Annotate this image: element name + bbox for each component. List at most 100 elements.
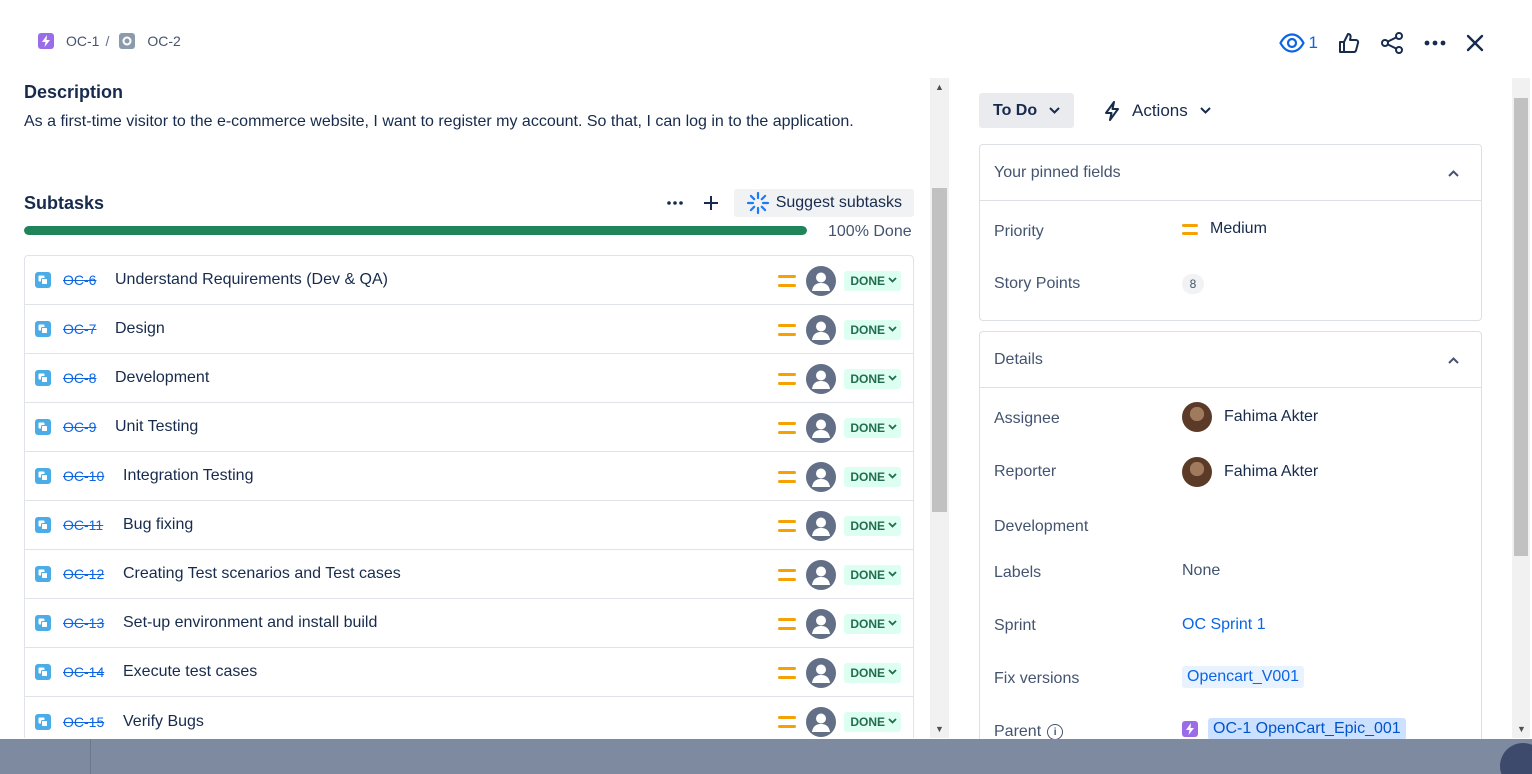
scroll-down-arrow[interactable]: ▼	[935, 724, 944, 734]
unassigned-avatar-icon[interactable]	[806, 265, 837, 296]
subtask-row[interactable]: OC-7 Design DONE	[25, 305, 913, 354]
subtask-summary[interactable]: Integration Testing	[123, 467, 253, 485]
subtask-summary[interactable]: Verify Bugs	[123, 713, 204, 731]
subtask-key[interactable]: OC-14	[63, 664, 111, 680]
status-badge[interactable]: DONE	[844, 270, 901, 291]
subtask-row[interactable]: OC-11 Bug fixing DONE	[25, 501, 913, 550]
subtasks-more-button[interactable]	[660, 189, 690, 217]
status-badge[interactable]: DONE	[844, 515, 901, 536]
status-badge[interactable]: DONE	[844, 417, 901, 438]
status-badge[interactable]: DONE	[844, 662, 901, 683]
description-text[interactable]: As a first-time visitor to the e-commerc…	[24, 113, 914, 131]
unassigned-avatar-icon[interactable]	[806, 461, 837, 492]
info-icon[interactable]: i	[1047, 724, 1064, 740]
sprint-value[interactable]: OC Sprint 1	[1182, 616, 1266, 634]
chevron-up-icon[interactable]	[1448, 353, 1459, 367]
priority-medium-icon[interactable]	[778, 568, 797, 581]
like-button[interactable]	[1338, 28, 1360, 58]
subtask-key[interactable]: OC-13	[63, 615, 111, 631]
scrollbar-thumb[interactable]	[1514, 98, 1528, 556]
subtask-key[interactable]: OC-8	[63, 370, 103, 386]
subtask-row[interactable]: OC-10 Integration Testing DONE	[25, 452, 913, 501]
close-button[interactable]	[1466, 28, 1484, 58]
unassigned-avatar-icon[interactable]	[806, 510, 837, 541]
priority-medium-icon[interactable]	[778, 421, 797, 434]
fix-version-tag[interactable]: Opencart_V001	[1182, 666, 1305, 688]
subtask-key[interactable]: OC-11	[63, 517, 111, 533]
subtask-key[interactable]: OC-15	[63, 714, 111, 730]
story-points-field[interactable]: 8	[1182, 274, 1204, 294]
scrollbar-thumb[interactable]	[932, 188, 947, 512]
priority-field[interactable]: Medium	[1182, 220, 1267, 238]
priority-medium-icon[interactable]	[778, 372, 797, 385]
unassigned-avatar-icon[interactable]	[806, 363, 837, 394]
subtask-row[interactable]: OC-9 Unit Testing DONE	[25, 403, 913, 452]
assignee-field[interactable]: Fahima Akter	[1182, 402, 1318, 432]
priority-medium-icon[interactable]	[778, 519, 797, 532]
priority-medium-icon[interactable]	[778, 470, 797, 483]
unassigned-avatar-icon[interactable]	[806, 608, 837, 639]
unassigned-avatar-icon[interactable]	[806, 314, 837, 345]
status-dropdown[interactable]: To Do	[979, 93, 1075, 128]
subtask-row[interactable]: OC-15 Verify Bugs DONE	[25, 697, 913, 738]
breadcrumb-parent-key[interactable]: OC-1	[66, 33, 99, 49]
sidebar-scrollbar[interactable]: ▼	[1512, 78, 1530, 738]
unassigned-avatar-icon[interactable]	[806, 559, 837, 590]
subtask-row[interactable]: OC-6 Understand Requirements (Dev & QA) DO…	[25, 256, 913, 305]
share-button[interactable]	[1380, 28, 1404, 58]
unassigned-avatar-icon[interactable]	[806, 657, 837, 688]
subtask-key[interactable]: OC-9	[63, 419, 103, 435]
subtask-key[interactable]: OC-6	[63, 272, 103, 288]
development-label[interactable]: Development	[994, 518, 1088, 536]
subtask-key[interactable]: OC-12	[63, 566, 111, 582]
scroll-up-arrow[interactable]: ▲	[935, 82, 944, 92]
main-panel-scrollbar[interactable]: ▲ ▼	[930, 78, 949, 738]
scroll-down-arrow[interactable]: ▼	[1517, 724, 1526, 734]
status-badge[interactable]: DONE	[844, 613, 901, 634]
status-badge[interactable]: DONE	[844, 564, 901, 585]
pinned-fields-header[interactable]: Your pinned fields	[980, 145, 1481, 201]
subtask-key[interactable]: OC-10	[63, 468, 111, 484]
fix-versions-field[interactable]: Opencart_V001	[1182, 666, 1305, 688]
status-badge[interactable]: DONE	[844, 711, 901, 732]
subtask-icon	[35, 321, 51, 337]
chevron-up-icon[interactable]	[1448, 166, 1459, 180]
priority-medium-icon[interactable]	[778, 617, 797, 630]
breadcrumb-current-key[interactable]: OC-2	[147, 33, 180, 49]
details-header[interactable]: Details	[980, 332, 1481, 388]
unassigned-avatar-icon[interactable]	[806, 706, 837, 737]
priority-medium-icon[interactable]	[778, 666, 797, 679]
parent-field[interactable]: OC-1 OpenCart_Epic_001	[1182, 718, 1406, 740]
chevron-down-icon	[888, 667, 897, 678]
subtask-summary[interactable]: Unit Testing	[115, 418, 198, 436]
subtask-summary[interactable]: Development	[115, 369, 209, 387]
add-subtask-button[interactable]	[696, 189, 726, 217]
parent-tag[interactable]: OC-1 OpenCart_Epic_001	[1208, 718, 1406, 740]
suggest-subtasks-button[interactable]: Suggest subtasks	[733, 189, 914, 217]
watch-button[interactable]: 1	[1278, 28, 1318, 58]
subtask-row[interactable]: OC-8 Development DONE	[25, 354, 913, 403]
subtask-summary[interactable]: Bug fixing	[123, 516, 193, 534]
status-badge[interactable]: DONE	[844, 319, 901, 340]
subtask-key[interactable]: OC-7	[63, 321, 103, 337]
status-badge[interactable]: DONE	[844, 368, 901, 389]
unassigned-avatar-icon[interactable]	[806, 412, 837, 443]
priority-medium-icon[interactable]	[778, 274, 797, 287]
more-actions-button[interactable]	[1424, 28, 1446, 58]
subtask-summary[interactable]: Understand Requirements (Dev & QA)	[115, 271, 388, 289]
priority-medium-icon[interactable]	[778, 715, 797, 728]
subtask-summary[interactable]: Creating Test scenarios and Test cases	[123, 565, 401, 583]
subtask-summary[interactable]: Set-up environment and install build	[123, 614, 377, 632]
subtask-row[interactable]: OC-13 Set-up environment and install buil…	[25, 599, 913, 648]
priority-medium-icon[interactable]	[778, 323, 797, 336]
reporter-field[interactable]: Fahima Akter	[1182, 457, 1318, 487]
chevron-down-icon	[1200, 105, 1211, 117]
actions-dropdown[interactable]: Actions	[1104, 93, 1211, 128]
subtask-row[interactable]: OC-14 Execute test cases DONE	[25, 648, 913, 697]
status-badge[interactable]: DONE	[844, 466, 901, 487]
subtask-row[interactable]: OC-12 Creating Test scenarios and Test ca…	[25, 550, 913, 599]
chat-launcher-button[interactable]	[1500, 743, 1532, 774]
subtask-summary[interactable]: Design	[115, 320, 165, 338]
labels-value[interactable]: None	[1182, 562, 1220, 580]
subtask-summary[interactable]: Execute test cases	[123, 663, 257, 681]
